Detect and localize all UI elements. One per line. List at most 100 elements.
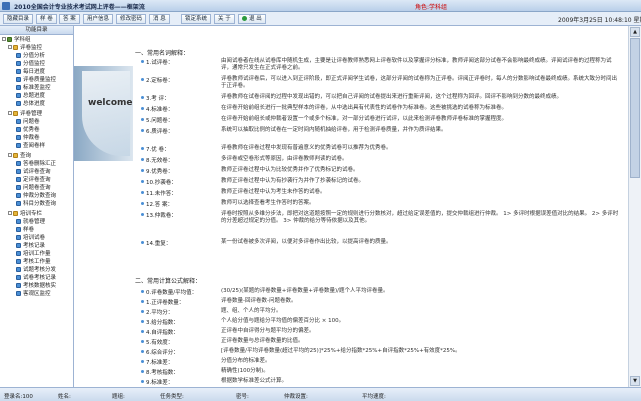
bullet-icon (141, 158, 144, 161)
scroll-down-arrow-icon[interactable]: ▼ (630, 376, 640, 386)
tree-item-trial-query[interactable]: 试评卷查询 (16, 169, 51, 176)
page-icon (16, 93, 21, 98)
exit-button[interactable]: 退 出 (238, 14, 266, 24)
user-info-button[interactable]: 用户信息 (83, 14, 114, 24)
status-bar: 登录名:100 姓名: 题组: 任务类型: 密号: 仲裁设置: 平均速度: (0, 387, 641, 401)
tree-item-excellent-paper[interactable]: 优秀卷 (16, 127, 40, 134)
tree-folder-grading-mgmt[interactable]: 评卷管理 (8, 111, 42, 118)
welcome-banner: welcome (74, 26, 133, 387)
tree-item-quality-monitor[interactable]: 评卷质量监控 (16, 77, 56, 84)
tree-item-exam-workload[interactable]: 考核工作量 (16, 259, 51, 266)
tree-item-daily-progress[interactable]: 每日进度 (16, 69, 45, 76)
page-icon (16, 127, 21, 132)
folder-icon (13, 211, 18, 216)
exit-icon (242, 16, 247, 21)
tree-item-overall-progress[interactable]: 总体进度 (16, 101, 45, 108)
tree-item-sample[interactable]: 样卷 (16, 227, 34, 234)
status-secret-no: 密号: (236, 394, 249, 400)
answer-button[interactable]: 答 案 (59, 14, 80, 24)
bullet-icon (141, 340, 144, 343)
page-icon (16, 135, 21, 140)
tree-item-score-monitor[interactable]: 分值监控 (16, 61, 45, 68)
bullet-icon (141, 310, 144, 313)
tree-folder-query[interactable]: 查询 (8, 153, 31, 160)
bullet-icon (141, 202, 144, 205)
tree-item-delete-correct[interactable]: 答卷删除汇正 (16, 161, 56, 168)
tree-item-training-paper[interactable]: 培训试卷 (16, 235, 45, 242)
tree-item-standard-query[interactable]: 定评卷查询 (16, 177, 51, 184)
tree-item-problem-query[interactable]: 问题卷查询 (16, 185, 51, 192)
sidebar-header: 功能目录 (0, 26, 73, 35)
page-icon (16, 77, 21, 82)
section-title-formulas: 二、常用计算公式解释： (135, 278, 202, 285)
tree-item-subject-score-query[interactable]: 科目分数查询 (16, 201, 56, 208)
welcome-text: welcome (88, 98, 133, 108)
page-icon (16, 177, 21, 182)
change-password-button[interactable]: 修改密码 (116, 14, 147, 24)
page-icon (16, 267, 21, 272)
tree-item-arbitration-query[interactable]: 仲裁分数查询 (16, 193, 56, 200)
tree-item-paper-mgmt[interactable]: 就卷管理 (16, 219, 45, 226)
datetime: 2009年3月25日 10:48:10 星期三 (558, 17, 641, 24)
about-button[interactable]: 关 于 (214, 14, 235, 24)
bullet-icon (141, 300, 144, 303)
folder-icon (13, 153, 18, 158)
scroll-thumb[interactable] (630, 38, 640, 178)
tree-folder-monitoring[interactable]: 评卷监控 (8, 45, 42, 52)
tree-item-exam-distribute[interactable]: 试题考核分发 (16, 267, 56, 274)
bullet-icon (141, 320, 144, 323)
tree-item-score-analysis[interactable]: 分值分析 (16, 53, 45, 60)
tree-item-objective-monitor[interactable]: 客观区监控 (16, 291, 51, 298)
page-icon (16, 275, 21, 280)
scroll-up-arrow-icon[interactable]: ▲ (630, 27, 640, 37)
bullet-icon (141, 213, 144, 216)
page-icon (16, 227, 21, 232)
status-login-name: 登录名:100 (4, 394, 33, 400)
page-icon (16, 119, 21, 124)
tree-folder-training[interactable]: 培训专栏 (8, 211, 42, 218)
folder-icon (13, 111, 18, 116)
tree-item-exam-data-verify[interactable]: 考核数据核实 (16, 283, 56, 290)
tree-item-review-sample[interactable]: 查阅卷样 (16, 143, 45, 150)
tree-item-arbitration-paper[interactable]: 仲裁卷 (16, 135, 40, 142)
sample-paper-button[interactable]: 样 卷 (36, 14, 57, 24)
tree-item-problem-paper[interactable]: 问题卷 (16, 119, 40, 126)
tree-item-exam-record[interactable]: 考核记录 (16, 243, 45, 250)
tree-item-training-workload[interactable]: 培训工作量 (16, 251, 51, 258)
bullet-icon (141, 290, 144, 293)
vertical-scrollbar[interactable]: ▲ ▼ (628, 26, 641, 387)
exit-label: 退 出 (249, 16, 262, 22)
bullet-icon (141, 96, 144, 99)
tree-item-exam-paper-record[interactable]: 试卷考核记录 (16, 275, 56, 282)
page-icon (16, 161, 21, 166)
tree-root-subject-group[interactable]: 学科组 (2, 37, 31, 44)
title-bar: 2010全国会计专业技术考试网上评卷——框架流 角色:学科组 (0, 0, 641, 12)
page-icon (16, 169, 21, 174)
page-icon (16, 143, 21, 148)
tree-item-question-progress[interactable]: 总题进度 (16, 93, 45, 100)
hide-menu-button[interactable]: 隐藏目录 (3, 14, 34, 24)
bullet-icon (141, 180, 144, 183)
page-icon (16, 291, 21, 296)
page-icon (16, 185, 21, 190)
status-user-name: 姓名: (58, 394, 71, 400)
bullet-icon (141, 118, 144, 121)
page-icon (16, 85, 21, 90)
page-icon (16, 61, 21, 66)
messages-button[interactable]: 消 息 (149, 14, 170, 24)
page-icon (16, 201, 21, 206)
bullet-icon (141, 330, 144, 333)
bullet-icon (141, 380, 144, 383)
sidebar: 功能目录 学科组 评卷监控 分值分析 分值监控 每日进度 评卷质量监控 标准差监… (0, 26, 74, 387)
bullet-icon (141, 191, 144, 194)
app-icon (2, 2, 10, 10)
page-icon (16, 251, 21, 256)
folder-icon (13, 45, 18, 50)
bullet-icon (141, 60, 144, 63)
bullet-icon (141, 129, 144, 132)
lock-system-button[interactable]: 锁定系统 (181, 14, 212, 24)
status-task-type: 任务类型: (160, 394, 184, 400)
app-title: 2010全国会计专业技术考试网上评卷——框架流 (14, 4, 145, 11)
tree-item-std-dev-monitor[interactable]: 标准差监控 (16, 85, 51, 92)
bullet-icon (141, 78, 144, 81)
